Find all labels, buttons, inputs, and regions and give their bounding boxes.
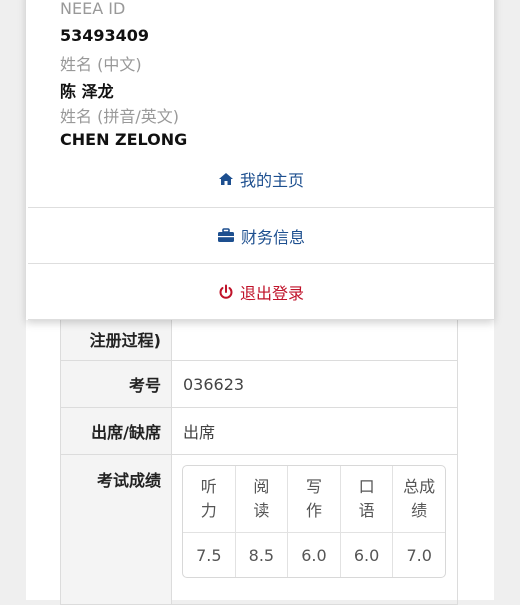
score-value-row: 7.5 8.5 6.0 6.0 7.0: [183, 533, 445, 577]
score-label: 考试成绩: [60, 454, 172, 605]
name-cn-label: 姓名 (中文): [60, 55, 142, 74]
attendance-label: 出席/缺席: [60, 407, 172, 455]
score-value-cell: 6.0: [341, 533, 394, 577]
table-row: 考试成绩 听 力阅 读写 作口 语总成 绩 7.5 8.5 6.0 6.0 7.0: [60, 454, 458, 605]
score-header-cell: 写 作: [288, 466, 341, 533]
home-icon: [218, 172, 234, 186]
score-header-cell: 总成 绩: [393, 466, 445, 533]
exam-number-value: 036623: [171, 360, 458, 408]
results-table: 注册过程) 考号 036623 出席/缺席 出席 考试成绩 听 力阅 读写 作口…: [60, 316, 458, 605]
score-value-cell: 8.5: [236, 533, 289, 577]
score-header-cell: 口 语: [340, 466, 394, 533]
score-cell: 听 力阅 读写 作口 语总成 绩 7.5 8.5 6.0 6.0 7.0: [171, 454, 458, 605]
score-value-cell: 6.0: [288, 533, 341, 577]
power-icon: [218, 284, 234, 300]
table-row: 出席/缺席 出席: [60, 407, 458, 455]
name-cn-value: 陈 泽龙: [60, 82, 114, 101]
menu-finance-link[interactable]: 财务信息: [28, 207, 494, 263]
score-value-cell: 7.5: [183, 533, 236, 577]
score-header-cell: 阅 读: [235, 466, 289, 533]
menu-logout-label: 退出登录: [239, 283, 304, 303]
menu-logout-link[interactable]: 退出登录: [28, 263, 494, 320]
name-en-value: CHEN ZELONG: [60, 130, 188, 149]
registration-label: 注册过程): [60, 316, 172, 361]
score-header-cell: 听 力: [183, 466, 236, 533]
score-value-cell: 7.0: [406, 545, 432, 565]
menu-finance-label: 财务信息: [240, 227, 305, 247]
menu-home-link[interactable]: 我的主页: [28, 151, 494, 206]
name-en-label: 姓名 (拼音/英文): [60, 107, 179, 126]
attendance-value: 出席: [171, 407, 458, 455]
registration-value: [171, 316, 458, 361]
table-row: 注册过程): [60, 316, 458, 361]
briefcase-icon: [217, 228, 235, 243]
menu-home-label: 我的主页: [239, 170, 304, 190]
score-header-row: 听 力阅 读写 作口 语总成 绩: [183, 466, 445, 533]
score-table: 听 力阅 读写 作口 语总成 绩 7.5 8.5 6.0 6.0 7.0: [182, 465, 446, 578]
table-row: 考号 036623: [60, 360, 458, 408]
exam-number-label: 考号: [60, 360, 172, 408]
neea-id-label: NEEA ID: [60, 0, 126, 18]
neea-id-value: 53493409: [60, 26, 150, 45]
